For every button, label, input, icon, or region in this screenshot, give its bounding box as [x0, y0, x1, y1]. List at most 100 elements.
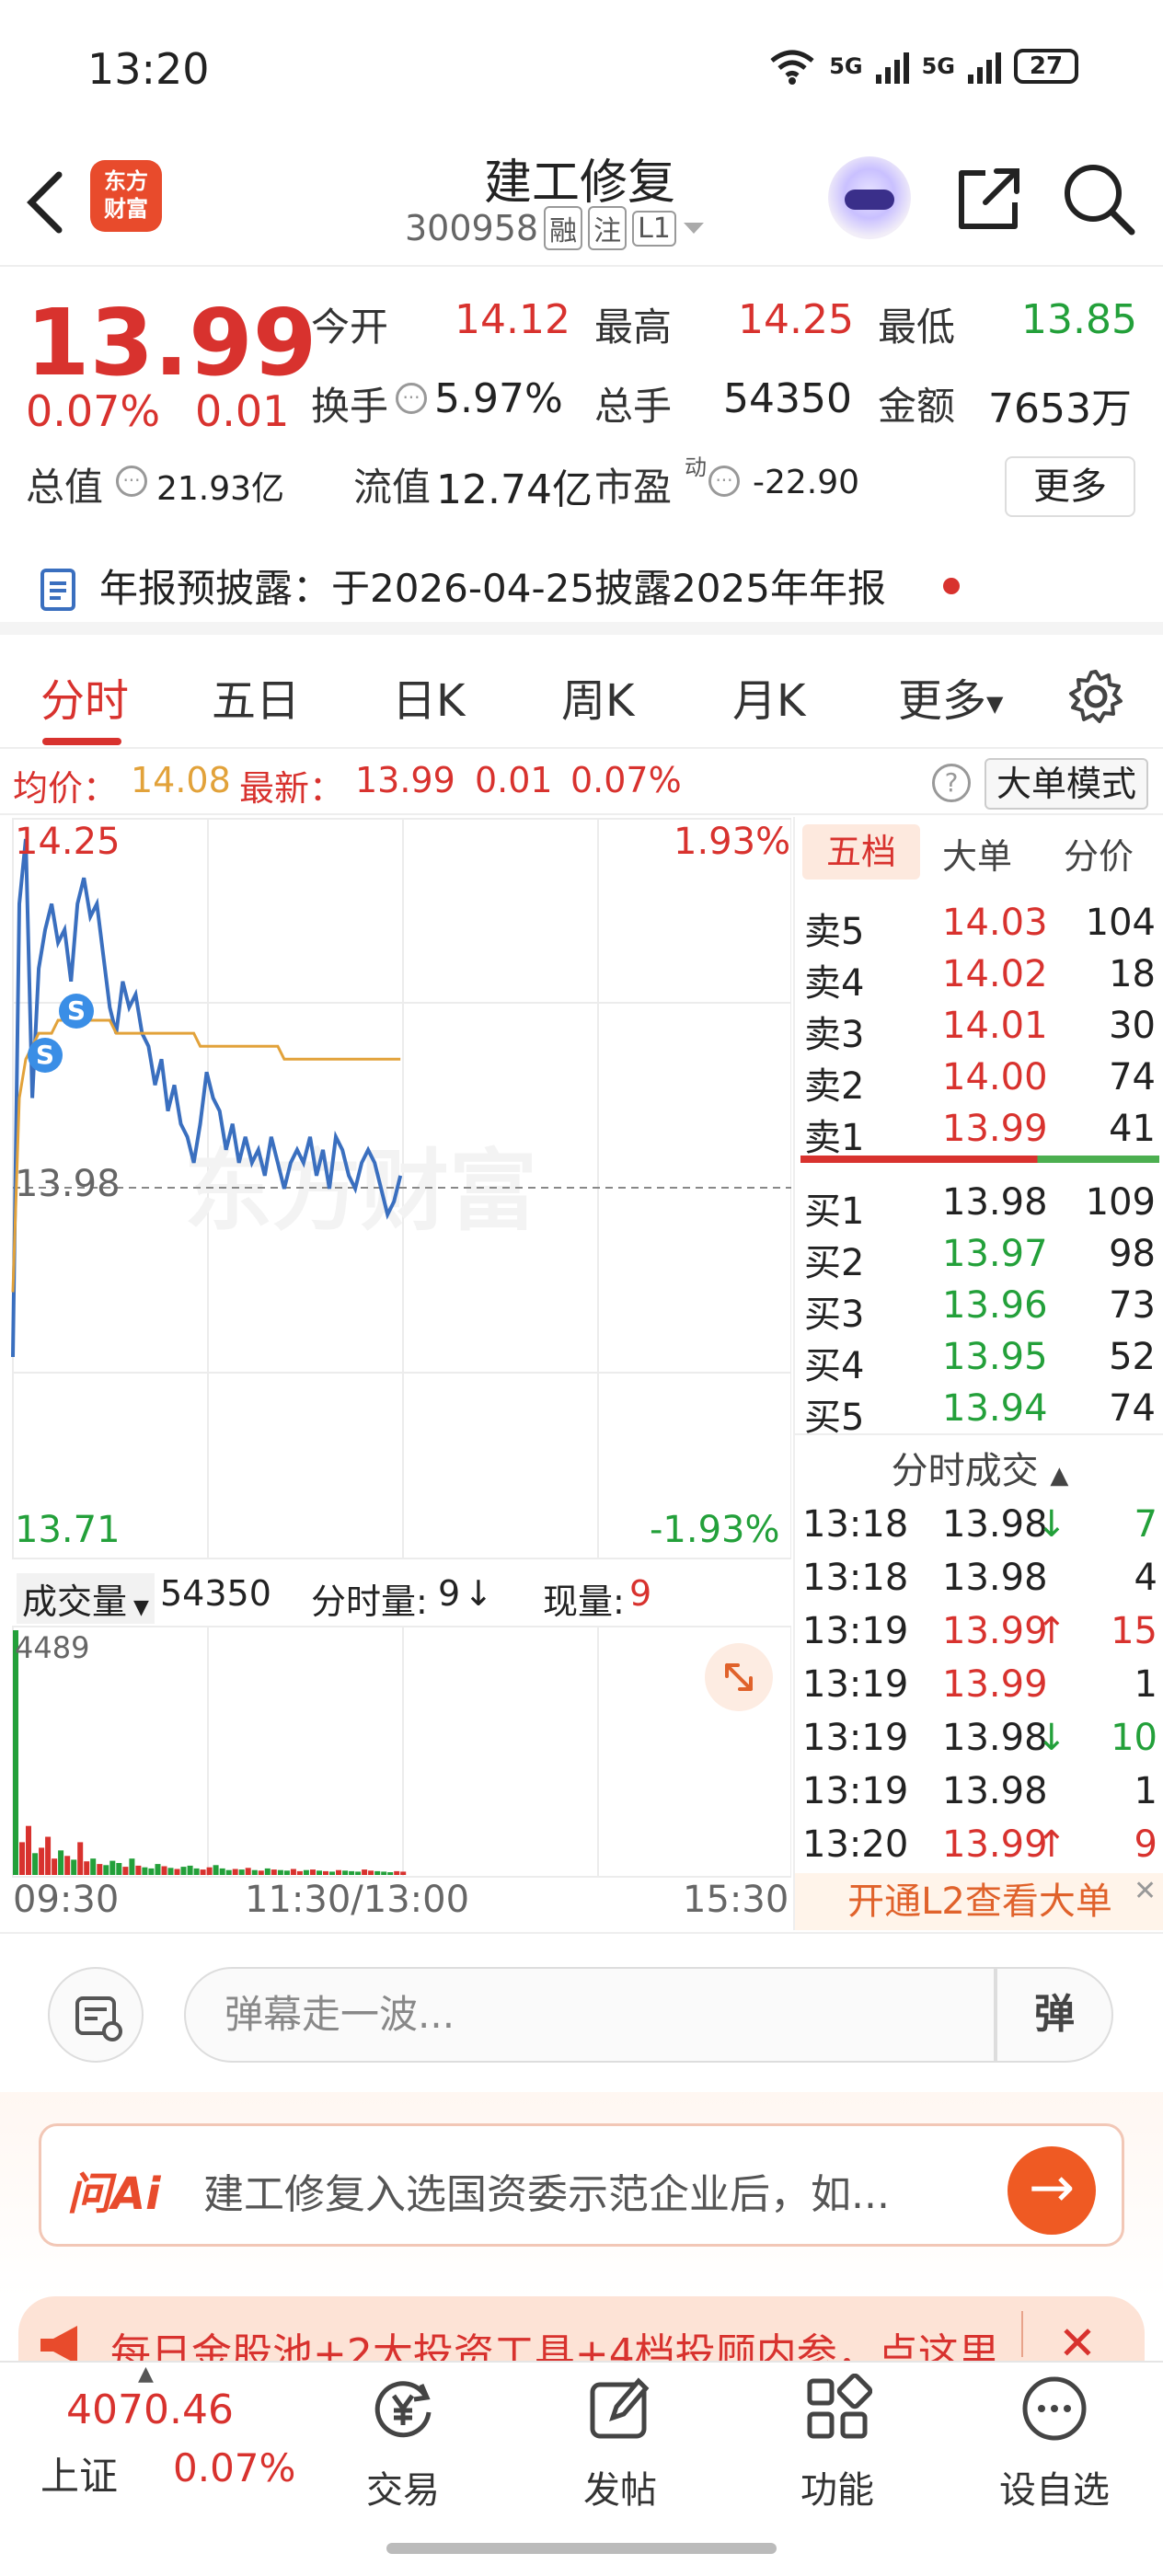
announcement-bar[interactable]: 年报预披露：于2026-04-25披露2025年年报	[0, 543, 1163, 635]
ask-row[interactable]: 卖5 14.03 104	[804, 902, 1156, 953]
bid-label: 买2	[804, 1242, 865, 1284]
trade-time: 13:18	[802, 1557, 909, 1599]
tab-more[interactable]: 更多▼	[898, 664, 1003, 729]
low-value: 13.85	[1021, 296, 1137, 343]
nav-trade[interactable]: 交易	[339, 2374, 467, 2513]
search-icon[interactable]	[1060, 160, 1137, 237]
mktcap-info-icon[interactable]: ···	[116, 466, 147, 497]
turnover-info-icon[interactable]: ···	[396, 383, 427, 414]
danmu-toggle-button[interactable]: 弹	[996, 1967, 1113, 2063]
danmu-input[interactable]: 弹幕走一波...	[184, 1967, 996, 2063]
stock-code-row[interactable]: 300958 融 注 L1	[405, 206, 706, 250]
help-icon[interactable]: ?	[932, 764, 971, 802]
volume-bar	[148, 1868, 155, 1875]
price-high-label: 14.25	[15, 821, 121, 863]
mktcap-value: 21.93亿	[156, 470, 285, 508]
header: 东方 财富 建工修复 300958 融 注 L1	[0, 138, 1163, 267]
volume-bar	[232, 1869, 238, 1875]
volume-bar	[32, 1853, 39, 1875]
more-button[interactable]: 更多	[1005, 456, 1135, 517]
ask-row[interactable]: 卖3 14.01 30	[804, 1005, 1156, 1056]
volume-bar	[45, 1836, 52, 1875]
volume-bar	[264, 1868, 271, 1875]
index-ticker[interactable]: ▲ 4070.46 上证 0.07%	[0, 2363, 304, 2528]
ask-label: 卖4	[804, 962, 865, 1005]
promo-banner[interactable]: 每日金股池+2大投资工具+4档投顾内参，点这里 ✕	[18, 2296, 1145, 2361]
promo-text: 每日金股池+2大投资工具+4档投顾内参，点这里	[110, 2330, 999, 2361]
change-amount: 0.01	[195, 386, 290, 436]
ask-row[interactable]: 卖2 14.00 74	[804, 1056, 1156, 1108]
sell-signal-marker[interactable]: S	[59, 994, 94, 1029]
volume-bar	[290, 1869, 296, 1875]
bid-price: 13.97	[942, 1233, 1048, 1275]
bid-row[interactable]: 买3 13.96 73	[804, 1284, 1156, 1336]
volume-total: 54350	[160, 1573, 271, 1614]
volume-bar	[251, 1869, 258, 1875]
tab-price-distribution[interactable]: 分价	[1064, 828, 1134, 879]
share-icon[interactable]	[952, 162, 1026, 236]
volume-header: 成交量 ▼ 54350 分时量: 9 ↓ 现量: 9	[13, 1564, 791, 1625]
back-arrow-icon	[27, 171, 63, 234]
latest-percent: 0.07%	[570, 760, 682, 800]
network-5g-label-2: 5G	[921, 53, 955, 79]
expand-button[interactable]	[705, 1643, 773, 1711]
l2-upgrade-banner[interactable]: 开通L2查看大单	[795, 1873, 1163, 1930]
banner-close-icon[interactable]: ✕	[1134, 1875, 1157, 1907]
trade-row: 13:19 13.99 1	[802, 1663, 1157, 1717]
volume-bar	[84, 1861, 90, 1875]
app-logo[interactable]: 东方 财富	[90, 160, 162, 232]
current-volume: 9	[629, 1573, 652, 1614]
current-volume-label: 现量:	[543, 1581, 625, 1622]
bid-row[interactable]: 买2 13.97 98	[804, 1233, 1156, 1284]
low-label: 最低	[878, 305, 956, 350]
ask-label: 卖1	[804, 1117, 865, 1159]
time-start-label: 09:30	[13, 1879, 120, 1921]
assistant-robot-icon[interactable]	[828, 156, 911, 239]
volume-bar	[238, 1869, 245, 1875]
intraday-chart[interactable]: 东方财富 14.25 1.93% 13.98 13.71 -1.93% S S …	[0, 817, 791, 1939]
tab-weekly-k[interactable]: 周K	[561, 664, 634, 729]
promo-close-icon[interactable]: ✕	[1058, 2317, 1097, 2361]
pe-info-icon[interactable]: ···	[708, 466, 740, 497]
float-cap-label: 流值	[353, 465, 432, 510]
ai-go-button[interactable]: →	[1008, 2146, 1096, 2235]
big-order-mode-button[interactable]: 大单模式	[985, 758, 1148, 810]
ask-row[interactable]: 卖4 14.02 18	[804, 953, 1156, 1005]
volume-bar	[342, 1870, 349, 1875]
comment-settings-button[interactable]	[48, 1967, 144, 2063]
nav-post[interactable]: 发帖	[556, 2374, 685, 2513]
mktcap-label: 总值	[26, 465, 104, 510]
ask-price: 14.03	[942, 902, 1048, 944]
tab-intraday[interactable]: 分时	[40, 664, 129, 729]
grid-functions-icon	[807, 2373, 873, 2439]
back-button[interactable]	[22, 166, 77, 239]
ai-question-box[interactable]: 问Ai 建工修复入选国资委示范企业后，如... →	[39, 2123, 1124, 2247]
bid-row[interactable]: 买5 13.94 74	[804, 1387, 1156, 1439]
bid-label: 买1	[804, 1190, 865, 1233]
tab-big-order[interactable]: 大单	[942, 828, 1012, 879]
volume-selector[interactable]: 成交量 ▼	[17, 1573, 155, 1624]
chart-lines	[11, 838, 403, 1358]
settings-gear-icon[interactable]	[1067, 668, 1124, 725]
bid-row[interactable]: 买1 13.98 109	[804, 1181, 1156, 1233]
trade-volume: 15	[1111, 1610, 1157, 1652]
nav-add-watchlist[interactable]: 设自选	[990, 2374, 1119, 2513]
trades-title[interactable]: 分时成交 ▲	[795, 1441, 1163, 1494]
tab-five-level[interactable]: 五档	[802, 824, 920, 880]
volume-bar	[336, 1869, 341, 1875]
tab-daily-k[interactable]: 日K	[392, 664, 465, 729]
price-low-label: 13.71	[15, 1509, 121, 1551]
volume-bar	[97, 1864, 103, 1875]
nav-add-watchlist-label: 设自选	[999, 2469, 1110, 2512]
tab-five-day[interactable]: 五日	[212, 664, 300, 729]
bid-row[interactable]: 买4 13.95 52	[804, 1336, 1156, 1387]
volume-bar	[64, 1856, 71, 1875]
sell-signal-marker-2[interactable]: S	[28, 1038, 63, 1073]
trade-price: 13.98	[942, 1770, 1048, 1812]
tab-monthly-k[interactable]: 月K	[732, 664, 805, 729]
ask-row[interactable]: 卖1 13.99 41	[804, 1108, 1156, 1159]
nav-functions[interactable]: 功能	[773, 2373, 902, 2513]
stock-code: 300958	[405, 208, 539, 248]
volume-bar	[116, 1863, 122, 1875]
open-label: 今开	[311, 305, 389, 350]
